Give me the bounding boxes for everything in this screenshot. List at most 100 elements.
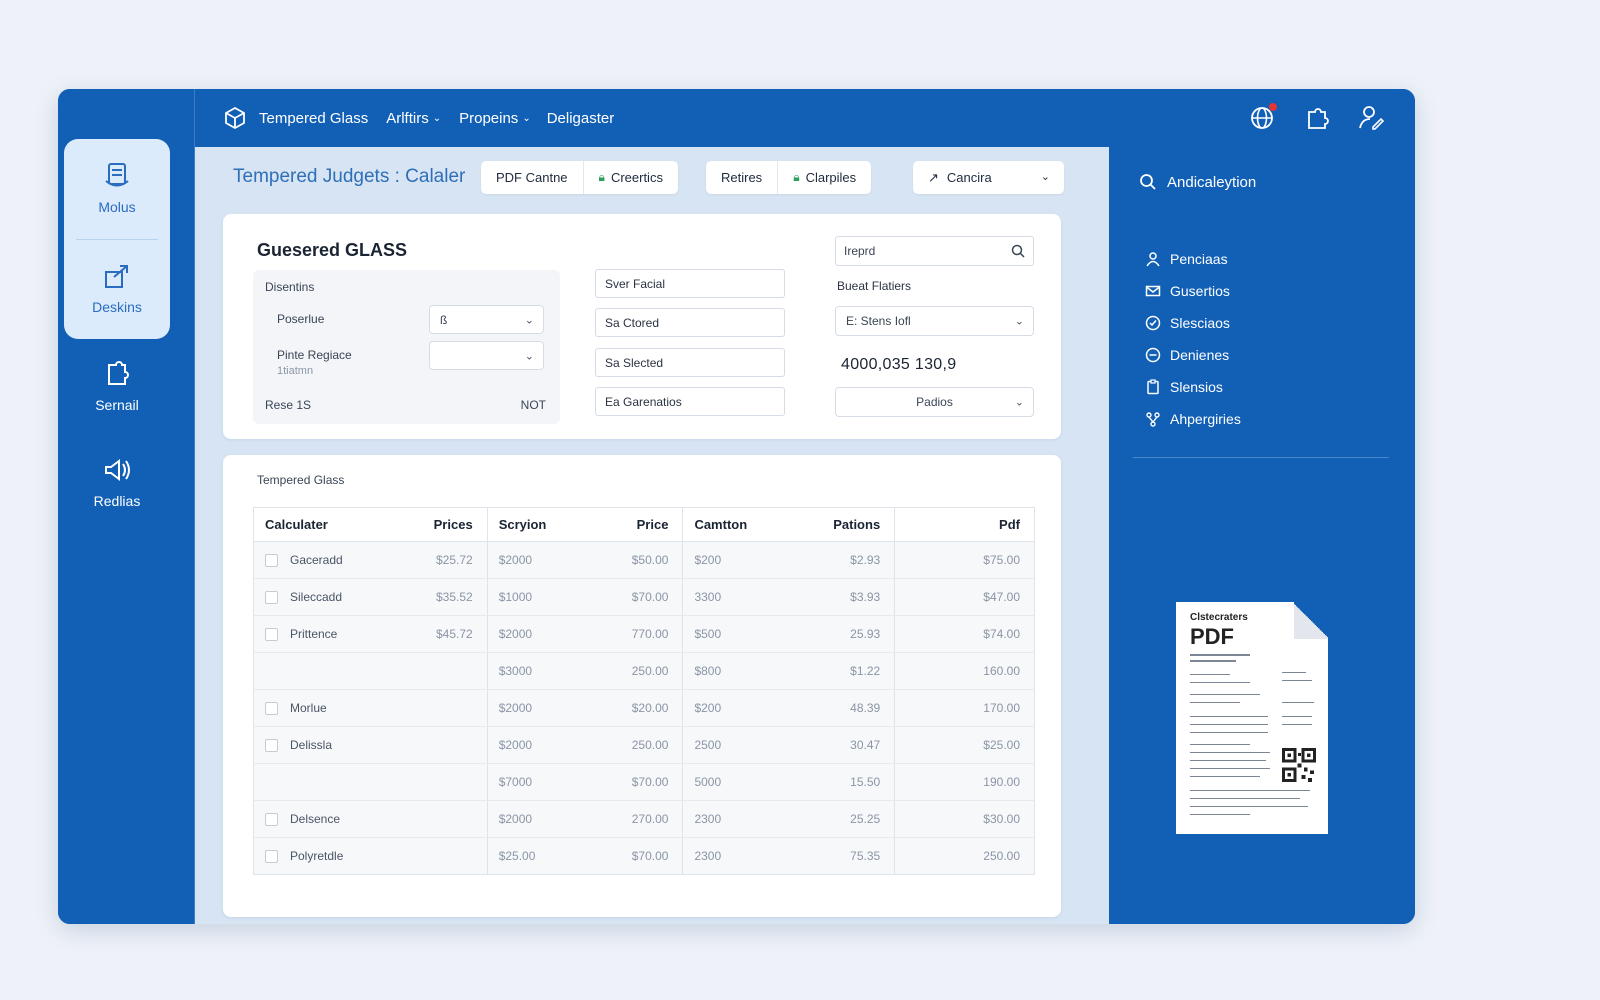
nav-arlftirs[interactable]: Arlftirs ⌄ <box>386 110 441 127</box>
panel-item-slesciaos[interactable]: Slesciaos <box>1145 307 1241 339</box>
cell-prices <box>433 689 488 727</box>
panel-item-denienes[interactable]: Denienes <box>1145 339 1241 371</box>
cell-price: 770.00 <box>590 615 684 653</box>
creertics-button[interactable]: 🔒︎ Creertics <box>584 161 678 194</box>
select-value: Padios <box>916 395 953 409</box>
row-name: Delsence <box>290 811 341 826</box>
pdf-text-line <box>1190 724 1268 725</box>
cell-price: 250.00 <box>590 652 684 690</box>
cell-scryion: $2000 <box>487 726 591 764</box>
text-field[interactable]: Sa Slected <box>595 348 785 377</box>
retires-button[interactable]: Retires <box>706 161 779 194</box>
row-checkbox[interactable] <box>265 739 278 753</box>
check-circle-icon <box>1145 315 1161 331</box>
row-name: Delissla <box>290 737 333 752</box>
toolbar-group-3: ↗ Cancira ⌄ <box>913 161 1064 194</box>
cell-scryion: $25.00 <box>487 837 591 875</box>
pdf-text-line <box>1190 776 1260 777</box>
column-header[interactable]: Scryion <box>487 507 591 542</box>
cell-pations: 30.47 <box>772 726 896 764</box>
cell-camtton: $200 <box>682 689 773 727</box>
text-field[interactable]: Ea Garenatios <box>595 387 785 416</box>
cell-pations: 75.35 <box>772 837 896 875</box>
clarpiles-button[interactable]: 🔒︎ Clarpiles <box>778 161 871 194</box>
column-header[interactable]: Camtton <box>682 507 773 542</box>
cell-price: $70.00 <box>590 578 684 616</box>
panel-search[interactable]: Andicaleytion <box>1139 173 1256 191</box>
rail-item-redlias[interactable]: Redlias <box>58 453 176 509</box>
table-row[interactable]: Gaceradd $25.72 $2000 $50.00 $200 $2.93 $75.00 <box>253 541 1035 579</box>
chevron-down-icon: ⌄ <box>522 112 531 124</box>
speaker-icon <box>105 459 130 481</box>
network-icon <box>1146 412 1160 427</box>
panel-item-gusertios[interactable]: Gusertios <box>1145 275 1241 307</box>
cancira-dropdown[interactable]: ↗ Cancira <box>913 161 1007 194</box>
row-name: Morlue <box>290 700 327 715</box>
cell-prices <box>433 652 488 690</box>
column-header[interactable]: Pdf <box>894 507 1035 542</box>
pdf-text-line <box>1190 682 1250 683</box>
cell-price: 250.00 <box>590 726 684 764</box>
panel-item-penciaas[interactable]: Penciaas <box>1145 243 1241 275</box>
table-row[interactable]: $7000 $70.00 5000 15.50 190.00 <box>253 763 1035 801</box>
panel-title: Disentins <box>265 280 315 294</box>
table-row[interactable]: Delissla $2000 250.00 2500 30.47 $25.00 <box>253 726 1035 764</box>
panel-footer-right[interactable]: NOT <box>521 398 546 412</box>
table-row[interactable]: Prittence $45.72 $2000 770.00 $500 25.93 $74.0… <box>253 615 1035 653</box>
brand[interactable]: Tempered Glass <box>223 106 368 130</box>
panel-item-slensios[interactable]: Slensios <box>1145 371 1241 403</box>
search-input[interactable]: Ireprd <box>835 236 1034 266</box>
cell-pdf: $30.00 <box>894 800 1035 838</box>
table-row[interactable]: Delsence $2000 270.00 2300 25.25 $30.00 <box>253 800 1035 838</box>
nav-propeins[interactable]: Propeins ⌄ <box>459 110 531 127</box>
regiace-select[interactable]: ⌄ <box>429 341 544 370</box>
chevron-down-icon: ⌄ <box>1014 396 1024 409</box>
table-row[interactable]: $3000 250.00 $800 $1.22 160.00 <box>253 652 1035 690</box>
top-bar: Tempered Glass Arlftirs ⌄ Propeins ⌄ Del… <box>195 89 1415 147</box>
panel-item-label: Slesciaos <box>1170 315 1230 331</box>
price-table: Calculater Prices Scryion Price Camtton … <box>253 507 1035 875</box>
field-value: Sa Ctored <box>605 315 660 330</box>
card-heading: Guesered GLASS <box>257 240 408 260</box>
text-field[interactable]: Sver Facial <box>595 269 785 298</box>
table-row[interactable]: Sileccadd $35.52 $1000 $70.00 3300 $3.93 $47.0… <box>253 578 1035 616</box>
poserlue-select[interactable]: ß ⌄ <box>429 305 544 334</box>
row-checkbox[interactable] <box>265 554 278 568</box>
pdf-button[interactable]: PDF Cantne <box>481 161 584 194</box>
column-header[interactable]: Calculater <box>253 507 434 542</box>
panel-divider <box>1133 457 1389 458</box>
puzzle-icon <box>108 361 129 385</box>
rail-item-deskins[interactable]: Deskins <box>58 259 176 315</box>
row-checkbox[interactable] <box>265 628 278 642</box>
padios-select[interactable]: Padios ⌄ <box>835 387 1034 417</box>
rail-item-molus[interactable]: Molus <box>58 159 176 215</box>
column-header[interactable]: Price <box>590 507 684 542</box>
panel-item-ahpergiries[interactable]: Ahpergiries <box>1145 403 1241 435</box>
pdf-text-line <box>1190 744 1250 745</box>
globe-icon[interactable] <box>1249 103 1277 131</box>
pdf-text-line <box>1190 732 1268 733</box>
nav-label: Deligaster <box>546 109 615 127</box>
button-label: Clarpiles <box>805 170 857 185</box>
column-header[interactable]: Prices <box>433 507 488 542</box>
row-checkbox[interactable] <box>265 591 278 605</box>
text-field[interactable]: Sa Ctored <box>595 308 785 337</box>
select-value: E: Stens Iofl <box>846 314 911 328</box>
table-row[interactable]: Morlue $2000 $20.00 $200 48.39 170.00 <box>253 689 1035 727</box>
brand-name: Tempered Glass <box>259 109 369 127</box>
row-checkbox[interactable] <box>265 850 278 864</box>
user-edit-icon[interactable] <box>1357 103 1385 131</box>
row-name: Polyretdle <box>290 848 344 863</box>
table-row[interactable]: Polyretdle $25.00 $70.00 2300 75.35 250.00 <box>253 837 1035 875</box>
row-checkbox[interactable] <box>265 702 278 716</box>
nav-deligaster[interactable]: Deligaster <box>547 110 615 127</box>
stens-select[interactable]: E: Stens Iofl ⌄ <box>835 306 1034 336</box>
column-header[interactable]: Pations <box>772 507 896 542</box>
row-checkbox[interactable] <box>265 813 278 827</box>
pdf-text-line <box>1190 798 1300 799</box>
panel-menu: Penciaas Gusertios Slesciaos Denienes Sl… <box>1145 243 1241 435</box>
row-name: Sileccadd <box>290 589 343 604</box>
rail-item-sernail[interactable]: Sernail <box>58 357 176 413</box>
pdf-text-line <box>1190 790 1310 791</box>
puzzle-icon[interactable] <box>1303 103 1331 131</box>
